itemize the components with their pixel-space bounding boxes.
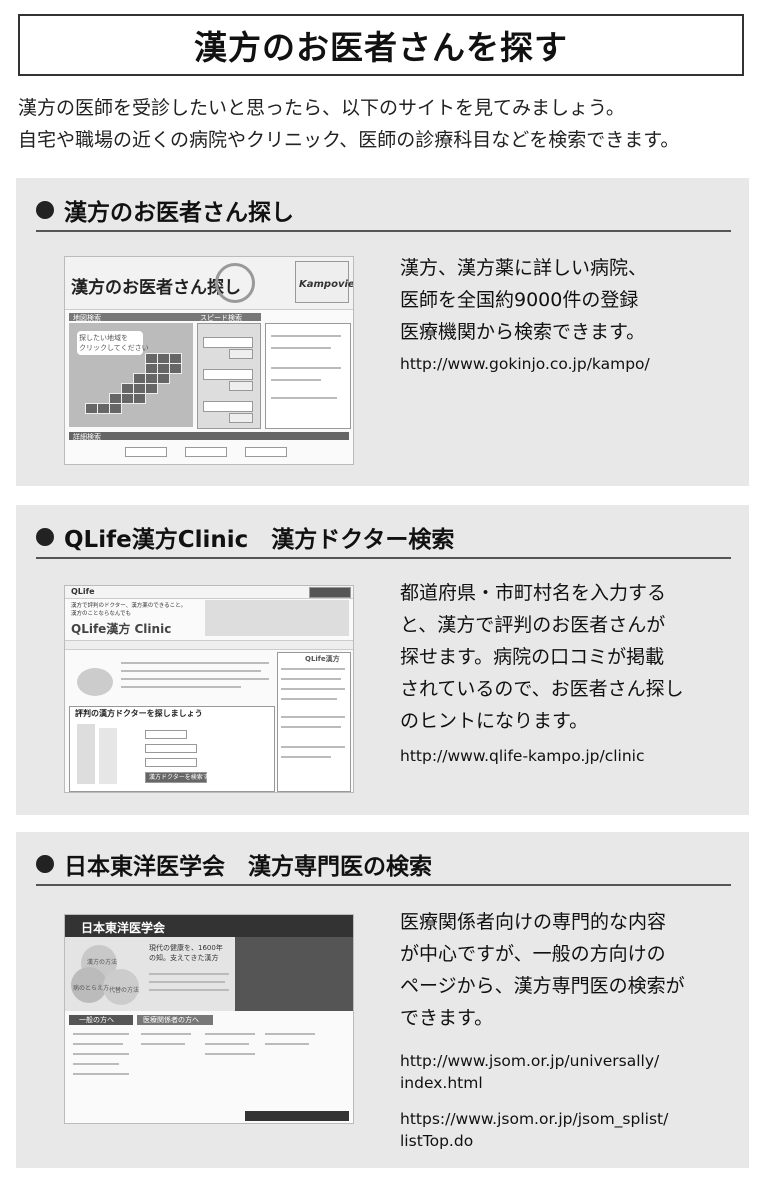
site-url-link[interactable]: http://www.qlife-kampo.jp/clinic <box>400 745 730 767</box>
site-url-link[interactable]: http://www.gokinjo.co.jp/kampo/ <box>400 353 730 375</box>
section-heading: 日本東洋医学会 漢方専門医の検索 <box>36 844 731 886</box>
site-screenshot: 日本東洋医学会 漢方の方法 病のとらえ方 代替の方法 現代の健康を、1600年の… <box>64 914 354 1124</box>
section-kampo-doctor-search: 漢方のお医者さん探し 漢方のお医者さん探し Kampoview 地図検索 スピー… <box>16 178 749 486</box>
section-qlife-kampo-clinic: QLife漢方Clinic 漢方ドクター検索 QLife 漢方で評判のドクター、… <box>16 505 749 815</box>
section-description: 都道府県・市町村名を入力する と、漢方で評判のお医者さんが 探せます。病院の口コ… <box>400 582 684 732</box>
bullet-icon <box>36 855 54 873</box>
intro-line: 自宅や職場の近くの病院やクリニック、医師の診療科目などを検索できます。 <box>18 129 680 151</box>
section-heading: QLife漢方Clinic 漢方ドクター検索 <box>36 517 731 559</box>
site-url-link[interactable]: https://www.jsom.or.jp/jsom_splist/ list… <box>400 1108 730 1152</box>
site-screenshot: 漢方のお医者さん探し Kampoview 地図検索 スピード検索 探したい地域を… <box>64 256 354 465</box>
intro-text: 漢方の医師を受診したいと思ったら、以下のサイトを見てみましょう。 自宅や職場の近… <box>18 92 758 156</box>
intro-line: 漢方の医師を受診したいと思ったら、以下のサイトを見てみましょう。 <box>18 97 625 119</box>
page-title: 漢方のお医者さんを探す <box>194 28 568 67</box>
section-jsom-specialist-search: 日本東洋医学会 漢方専門医の検索 日本東洋医学会 漢方の方法 病のとらえ方 代替… <box>16 832 749 1168</box>
section-description: 医療関係者向けの専門的な内容 が中心ですが、一般の方向けの ページから、漢方専門… <box>400 911 685 1029</box>
section-heading: 漢方のお医者さん探し <box>36 190 731 232</box>
bullet-icon <box>36 528 54 546</box>
section-description: 漢方、漢方薬に詳しい病院、 医師を全国約9000件の登録 医療機関から検索できま… <box>400 257 648 343</box>
page-title-box: 漢方のお医者さんを探す <box>18 14 744 76</box>
bullet-icon <box>36 201 54 219</box>
site-url-link[interactable]: http://www.jsom.or.jp/universally/ index… <box>400 1050 730 1094</box>
site-screenshot: QLife 漢方で評判のドクター、漢方薬のできること。漢方のことならなんでも Q… <box>64 585 354 793</box>
